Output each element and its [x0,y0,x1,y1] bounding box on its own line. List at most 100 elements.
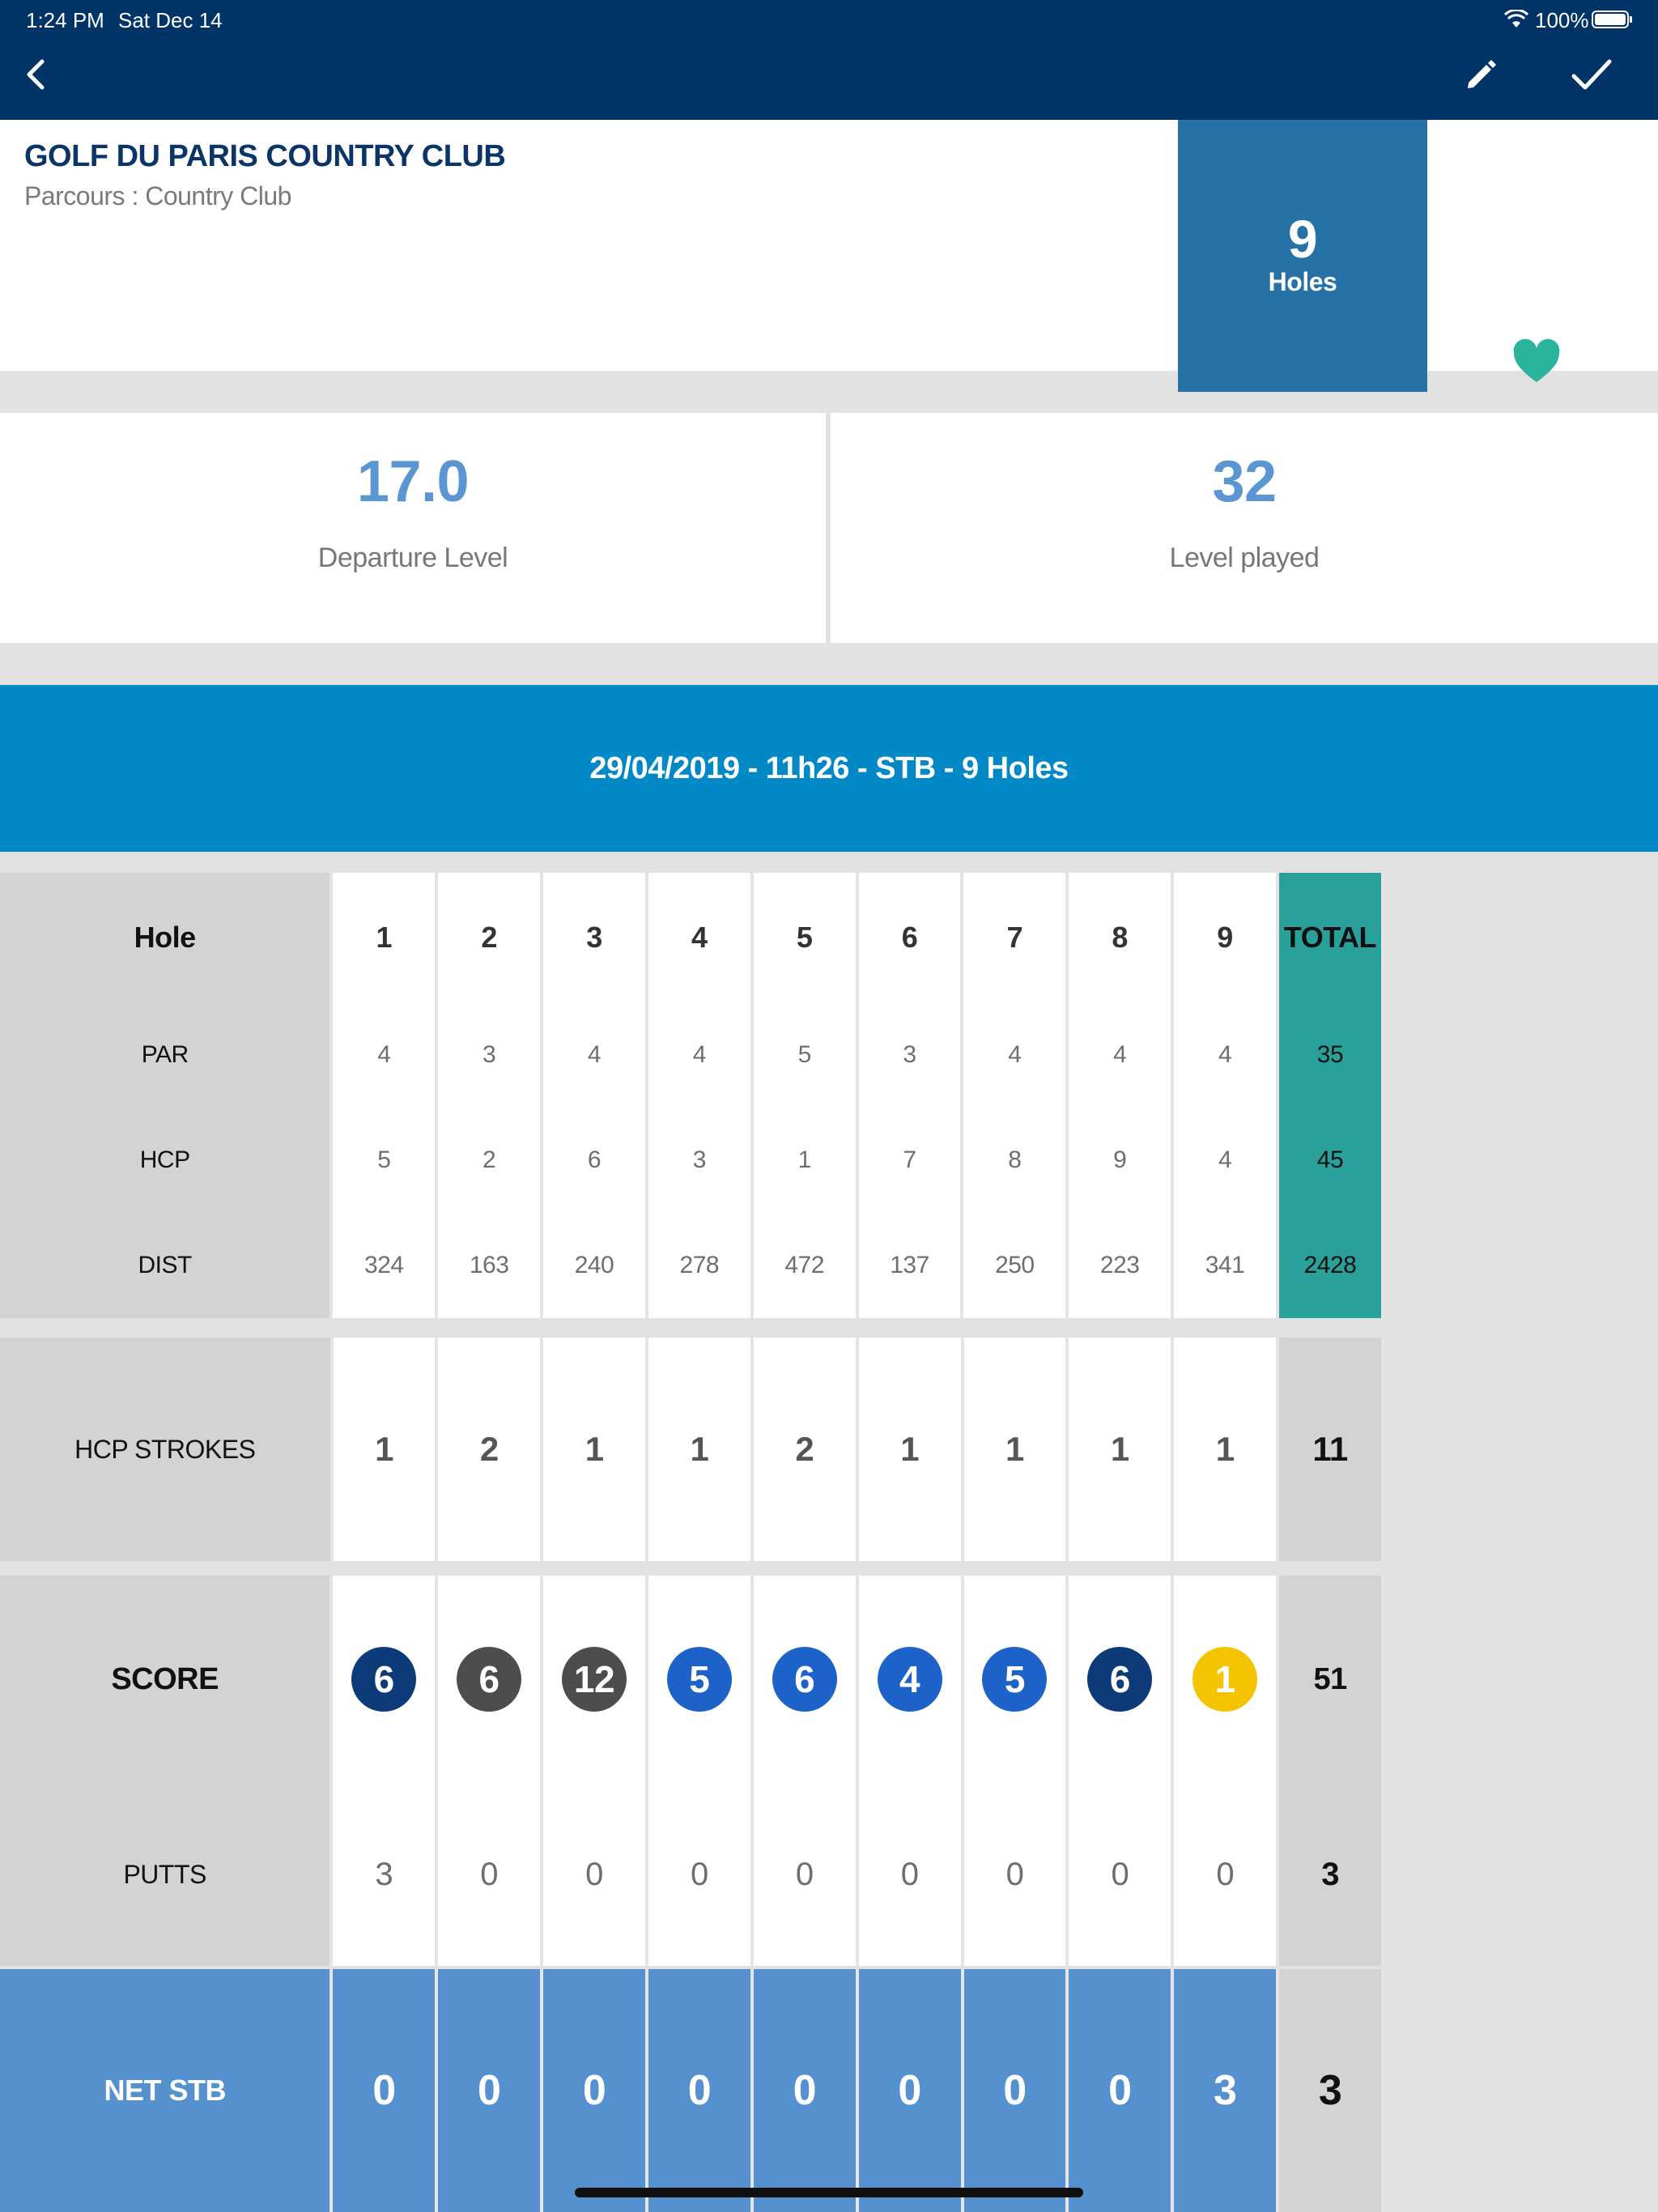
hole-number: 7 [962,873,1069,1002]
par-value: 4 [542,1002,648,1108]
net-stb-label: NET STB [0,1969,334,2212]
net-stb-value: 0 [542,1969,649,2212]
score-cell: 12 [542,1576,648,1783]
played-level-card: 32 Level played [831,413,1658,643]
score-cell: 1 [1172,1576,1280,1783]
battery-icon [1592,11,1632,28]
favorite-button[interactable] [1511,337,1562,389]
hcp-strokes-value: 1 [647,1338,754,1561]
hole-number: 4 [646,873,754,1002]
hcp-strokes-row: HCP STROKES 1 2 1 1 2 1 1 1 1 11 [0,1338,1384,1561]
putts-value[interactable]: 0 [542,1783,648,1966]
hcp-value: 9 [1067,1108,1175,1213]
score-ball[interactable]: 5 [666,1647,732,1712]
hcp-row: HCP 5 2 6 3 1 7 8 9 4 45 [0,1108,1385,1213]
hcp-value: 5 [331,1108,439,1213]
score-ball[interactable]: 6 [457,1647,522,1712]
net-stb-value: 0 [751,1969,859,2212]
departure-level-card: 17.0 Departure Level [0,413,826,643]
score-table: SCORE 6 6 12 5 6 4 5 6 1 51 PUTTS 3 0 0 … [0,1576,1384,1966]
dist-value: 137 [857,1213,964,1318]
played-level-value: 32 [1212,449,1277,514]
holes-count-box: 9 Holes [1178,120,1427,392]
putts-row: PUTTS 3 0 0 0 0 0 0 0 0 3 [0,1783,1384,1966]
par-total: 35 [1277,1002,1385,1108]
hole-info-table: Hole 1 2 3 4 5 6 7 8 9 TOTAL PAR 4 3 4 4… [0,873,1385,1318]
confirm-button[interactable] [1567,50,1616,99]
score-ball[interactable]: 5 [982,1647,1048,1712]
course-name: Parcours : Country Club [24,181,291,211]
hcp-label: HCP [0,1108,334,1213]
score-cell: 6 [436,1576,544,1783]
score-ball[interactable]: 6 [1087,1647,1153,1712]
hcp-strokes-value: 1 [1067,1338,1175,1561]
hole-number: 3 [542,873,648,1002]
putts-value[interactable]: 0 [857,1783,964,1966]
total-header: TOTAL [1277,873,1385,1002]
edit-button[interactable] [1457,50,1506,99]
score-total: 51 [1278,1576,1384,1783]
hcp-strokes-table: HCP STROKES 1 2 1 1 2 1 1 1 1 11 [0,1338,1384,1561]
hcp-value: 8 [962,1108,1069,1213]
net-stb-table: NET STB 0 0 0 0 0 0 0 0 3 3 [0,1969,1384,2212]
dist-value: 163 [436,1213,544,1318]
putts-value[interactable]: 0 [1172,1783,1280,1966]
departure-level-value: 17.0 [356,449,470,514]
hcp-value: 6 [542,1108,648,1213]
par-value: 4 [1067,1002,1175,1108]
par-value: 5 [751,1002,859,1108]
putts-value[interactable]: 0 [436,1783,544,1966]
status-time: 1:24 PM [26,8,104,32]
score-ball[interactable]: 1 [1192,1647,1258,1712]
score-cell: 5 [962,1576,1069,1783]
club-name: GOLF DU PARIS COUNTRY CLUB [24,139,506,173]
par-value: 4 [1172,1002,1279,1108]
hcp-strokes-value: 1 [1172,1338,1280,1561]
status-date: Sat Dec 14 [118,8,223,32]
navigation-bar: 1:24 PM Sat Dec 14 100% [0,0,1658,120]
par-row: PAR 4 3 4 4 5 3 4 4 4 35 [0,1002,1385,1108]
par-label: PAR [0,1002,334,1108]
departure-level-label: Departure Level [317,542,508,573]
hole-number: 5 [751,873,859,1002]
home-indicator[interactable] [575,2188,1083,2197]
hole-number: 1 [331,873,439,1002]
hole-label: Hole [0,873,334,1002]
battery-percent: 100% [1535,8,1589,32]
dist-value: 278 [646,1213,754,1318]
putts-label: PUTTS [0,1783,334,1966]
score-cell: 5 [646,1576,754,1783]
hcp-strokes-value: 2 [751,1338,859,1561]
score-ball[interactable]: 12 [561,1647,627,1712]
heart-icon [1513,338,1560,382]
par-value: 3 [857,1002,964,1108]
putts-value[interactable]: 0 [751,1783,859,1966]
score-ball[interactable]: 6 [351,1647,417,1712]
dist-value: 223 [1067,1213,1175,1318]
pencil-icon [1468,60,1496,88]
putts-value[interactable]: 3 [331,1783,439,1966]
dist-total: 2428 [1277,1213,1385,1318]
net-stb-value: 0 [857,1969,964,2212]
hole-number: 8 [1067,873,1175,1002]
putts-value[interactable]: 0 [1067,1783,1175,1966]
dist-value: 472 [751,1213,859,1318]
back-button[interactable] [11,50,60,99]
score-label: SCORE [0,1576,334,1783]
holes-count: 9 [1287,209,1318,269]
net-stb-total: 3 [1278,1969,1384,2212]
putts-value[interactable]: 0 [962,1783,1069,1966]
net-stb-row: NET STB 0 0 0 0 0 0 0 0 3 3 [0,1969,1384,2212]
hcp-value: 2 [436,1108,544,1213]
putts-value[interactable]: 0 [646,1783,754,1966]
hcp-strokes-total: 11 [1278,1338,1384,1561]
net-stb-value: 0 [962,1969,1069,2212]
score-ball[interactable]: 4 [877,1647,942,1712]
hcp-strokes-value: 1 [962,1338,1069,1561]
hcp-strokes-label: HCP STROKES [0,1338,334,1561]
score-cell: 6 [1067,1576,1175,1783]
hcp-strokes-value: 2 [436,1338,544,1561]
hole-number: 6 [857,873,964,1002]
hcp-strokes-value: 1 [857,1338,964,1561]
score-ball[interactable]: 6 [772,1647,837,1712]
